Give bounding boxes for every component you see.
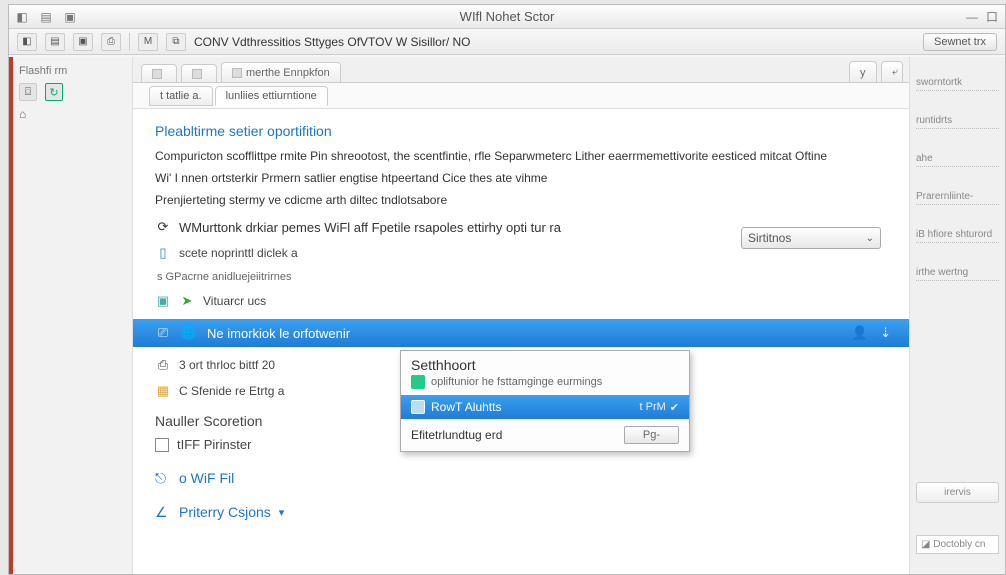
- dropdown-caret-icon: ▾: [279, 506, 285, 519]
- minimize-button[interactable]: —: [965, 10, 979, 24]
- sub-label: s GPacrne anidluejeiitrirnes: [157, 271, 887, 283]
- toolbar: ◧ ▤ ▣ ⎙ M ⧉ CONV Vdthressitios Sttyges O…: [9, 29, 1005, 55]
- sub-tabs: t tatlie a. lunliies ettiurntione: [133, 83, 909, 109]
- selected-network-label: Ne imorkiok le orfotwenir: [207, 326, 350, 341]
- globe-icon: 🌐: [181, 325, 197, 341]
- toolbar-btn-1[interactable]: ◧: [17, 33, 37, 51]
- hint-2[interactable]: runtidrts: [916, 115, 999, 129]
- toolbar-btn-3[interactable]: ▣: [73, 33, 93, 51]
- settings-popup: Setthhoort opliftunior he fsttamginge eu…: [400, 350, 690, 452]
- hint-3[interactable]: ahe: [916, 153, 999, 167]
- side-button[interactable]: irervis: [916, 482, 999, 503]
- sys-icon-3: ▣: [63, 10, 77, 24]
- main-column: merthe Ennpkfon y ⤶ t tatlie a. lunliies…: [133, 57, 909, 574]
- content-pane: Pleabltirme setier oportifition Compuric…: [133, 109, 909, 574]
- popup-button[interactable]: Pg-: [624, 426, 679, 444]
- description-line-3: Prenjierteting stermy ve cdicme arth dil…: [155, 191, 887, 209]
- chevron-down-icon: ⌄: [866, 233, 874, 244]
- popup-selected-item[interactable]: RowT Aluhtts t PrM ✔: [401, 395, 689, 419]
- hint-5[interactable]: iB hfiore shturord: [916, 229, 999, 243]
- printer-icon: ⎙: [155, 357, 171, 373]
- popup-action-row: Efitetrlundtug erd Pg-: [401, 419, 689, 451]
- toolbar-btn-6[interactable]: ⧉: [166, 33, 186, 51]
- doc-icon: ▯: [155, 245, 171, 261]
- tab-3[interactable]: merthe Ennpkfon: [221, 62, 341, 82]
- rail-icon-home[interactable]: ⌂: [19, 107, 26, 121]
- hint-1[interactable]: sworntortk: [916, 77, 999, 91]
- tab-1[interactable]: [141, 64, 177, 82]
- page-heading: Pleabltirme setier oportifition: [155, 123, 887, 139]
- breadcrumb: CONV Vdthressitios Sttyges OfVTOV W Sisi…: [194, 35, 471, 49]
- sub-tab-2[interactable]: lunliies ettiurntione: [215, 86, 328, 106]
- tab-scroll-left[interactable]: y: [849, 61, 877, 82]
- tab-scroll-right[interactable]: ⤶: [881, 61, 903, 82]
- hint-4[interactable]: Prarernliinte-: [916, 191, 999, 205]
- tab-2[interactable]: [181, 64, 217, 82]
- check-icon: ✔: [670, 401, 679, 414]
- tabs-strip: merthe Ennpkfon y ⤶: [133, 57, 909, 83]
- popup-subtitle-row: opliftunior he fsttamginge eurmings: [401, 375, 689, 395]
- popup-row-label: Efitetrlundtug erd: [411, 428, 502, 442]
- left-rail-label: Flashfi rm: [19, 65, 126, 77]
- toolbar-btn-4[interactable]: ⎙: [101, 33, 121, 51]
- refresh-icon: ⟳: [155, 219, 171, 235]
- user-icon: 👤: [852, 325, 868, 341]
- wifi-icon: ⎋: [155, 470, 171, 486]
- combobox-value: Sirtitnos: [748, 231, 791, 245]
- popup-item-icon: [411, 400, 425, 414]
- chevron-icon: ∠: [155, 504, 171, 520]
- toolbar-btn-2[interactable]: ▤: [45, 33, 65, 51]
- folder-icon: ▣: [155, 293, 171, 309]
- app-window: ◧ ▤ ▣ WIfl Nohet Sctor — 口 ◧ ▤ ▣ ⎙ M ⧉ C…: [8, 4, 1006, 575]
- toolbar-btn-5[interactable]: M: [138, 33, 158, 51]
- popup-title: Setthhoort: [401, 351, 689, 375]
- link-wifi[interactable]: ⎋ o WiF Fil: [155, 470, 887, 486]
- selected-network-row[interactable]: ⎚ 🌐 Ne imorkiok le orfotwenir 👤 ⇣: [133, 319, 909, 347]
- checkbox-label: tIFF Pirinster: [177, 437, 251, 452]
- side-footer[interactable]: ◪ Doctobly cn: [916, 535, 999, 554]
- sys-icon-2: ▤: [39, 10, 53, 24]
- send-icon: ▦: [155, 383, 171, 399]
- close-button[interactable]: 口: [985, 10, 999, 24]
- window-title: WIfl Nohet Sctor: [460, 9, 555, 24]
- description-line-1: Compuricton scofflittpe rmite Pin shreoo…: [155, 147, 887, 165]
- popup-status-icon: [411, 375, 425, 389]
- sys-icon: ◧: [15, 10, 29, 24]
- left-rail: Flashfi rm ⌼ ↻ ⌂: [13, 57, 133, 574]
- link-printers[interactable]: ∠ Priterry Csjons ▾: [155, 504, 887, 520]
- toolbar-action-button[interactable]: Sewnet trx: [923, 33, 997, 51]
- rail-icon-refresh[interactable]: ↻: [45, 83, 63, 101]
- rail-icon-disk[interactable]: ⌼: [19, 83, 37, 101]
- sub-tab-1[interactable]: t tatlie a.: [149, 86, 213, 106]
- right-hints-column: sworntortk runtidrts ahe Prarernliinte- …: [909, 57, 1005, 574]
- option-row-3[interactable]: ▣ ➤ Vituarcr ucs: [155, 293, 887, 309]
- signal-icon: ⇣: [880, 325, 891, 341]
- hint-6[interactable]: irthe wertng: [916, 267, 999, 281]
- description-line-2: Wi' I nnen ortsterkir Prmern satlier eng…: [155, 169, 887, 187]
- toolbar-separator: [129, 33, 130, 51]
- popup-field-label: t PrM ✔: [640, 401, 680, 414]
- mode-combobox[interactable]: Sirtitnos ⌄: [741, 227, 881, 249]
- title-bar: ◧ ▤ ▣ WIfl Nohet Sctor — 口: [9, 5, 1005, 29]
- checkbox[interactable]: [155, 438, 169, 452]
- arrow-icon: ➤: [179, 293, 195, 309]
- network-icon: ⎚: [155, 325, 171, 341]
